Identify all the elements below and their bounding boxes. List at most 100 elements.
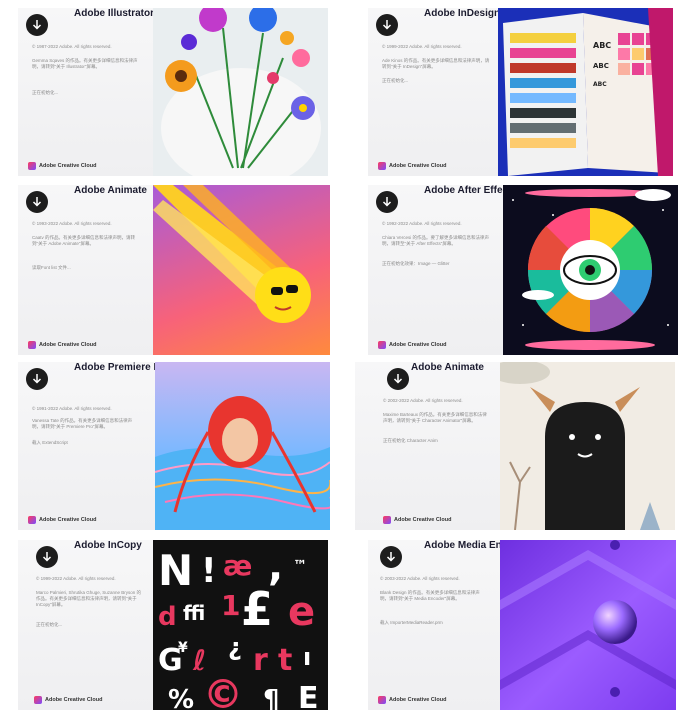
svg-text:t: t <box>278 643 292 678</box>
svg-text:d: d <box>158 602 177 632</box>
creative-cloud-icon <box>28 341 36 349</box>
arrow-down-icon <box>382 197 392 207</box>
svg-text:™: ™ <box>293 558 307 574</box>
download-button[interactable] <box>380 546 402 568</box>
splash-artwork <box>500 540 676 710</box>
brand-label: Adobe Creative Cloud <box>389 342 447 348</box>
creative-cloud-icon <box>383 516 391 524</box>
download-button[interactable] <box>26 191 48 213</box>
creative-cloud-brand: Adobe Creative Cloud <box>378 162 446 170</box>
svg-text:e: e <box>288 589 315 635</box>
credits-text: Gemma Sqaves 的作品。有关更多详细信息和法律声明，请转到"关于 Il… <box>32 58 138 69</box>
svg-text:r: r <box>253 643 268 678</box>
splash-card-indesign: Adobe InDesign © 1999-2022 Adobe. All ri… <box>368 8 673 176</box>
copyright-text: © 2003-2022 Adobe. All rights reserved. <box>380 576 460 581</box>
status-text: 正在初始化... <box>36 622 63 627</box>
credits-text: Caatv 的作品。有关更多详细信息和法律声明，请转到"关于 Adobe Ani… <box>32 235 136 246</box>
splash-title: Adobe Animate <box>74 185 147 196</box>
splash-card-incopy: Adobe InCopy © 1999-2022 Adobe. All righ… <box>18 540 328 710</box>
creative-cloud-brand: Adobe Creative Cloud <box>378 696 446 704</box>
credits-text: Chiara Vercesi 的作品。要了解更多详细信息和法律声明，请转至"关于… <box>382 235 490 246</box>
splash-artwork <box>500 362 675 530</box>
arrow-down-icon <box>32 197 42 207</box>
status-text: 正在初始化效果：Image — Glitter <box>382 261 450 266</box>
copyright-text: © 2002-2022 Adobe. All rights reserved. <box>383 398 463 403</box>
status-text: 正在初始化... <box>32 90 59 95</box>
splash-title: Adobe Illustrator <box>74 8 155 19</box>
arrow-down-icon <box>382 20 392 30</box>
splash-artwork: ABC ABC ABC <box>498 8 673 176</box>
download-button[interactable] <box>387 368 409 390</box>
svg-text:ABC: ABC <box>593 81 607 88</box>
creative-cloud-icon <box>28 516 36 524</box>
download-button[interactable] <box>26 14 48 36</box>
svg-text:©: © <box>203 672 243 710</box>
splash-title: Adobe InCopy <box>74 540 142 551</box>
splash-title: Adobe Animate <box>411 362 484 373</box>
download-button[interactable] <box>36 546 58 568</box>
copyright-text: © 1993-2022 Adobe. All rights reserved. <box>32 221 112 226</box>
splash-card-animate: Adobe Animate © 1993-2022 Adobe. All rig… <box>18 185 330 355</box>
splash-artwork <box>155 362 330 530</box>
brand-label: Adobe Creative Cloud <box>389 697 447 703</box>
svg-text:¿: ¿ <box>228 633 242 661</box>
download-button[interactable] <box>376 14 398 36</box>
svg-text:ı: ı <box>303 643 311 671</box>
credits-text: Blank Design 的作品。有关更多详细信息和法律声明，请转到"关于 Me… <box>380 590 480 601</box>
copyright-text: © 1992-2022 Adobe. All rights reserved. <box>382 221 462 226</box>
credits-text: Ade Kinos 的作品。有关更多详细信息和法律声明，请转到"关于 InDes… <box>382 58 490 69</box>
status-text: 载入 ExtendScript <box>32 440 68 445</box>
svg-text:!: ! <box>201 551 217 591</box>
svg-text:E: E <box>298 681 319 710</box>
svg-text:¥: ¥ <box>178 640 188 656</box>
splash-card-premiere-pro: Adobe Premiere Pro © 1991-2022 Adobe. Al… <box>18 362 330 530</box>
svg-text:ABC: ABC <box>593 62 609 70</box>
svg-text:ABC: ABC <box>593 41 611 50</box>
arrow-down-icon <box>32 374 42 384</box>
splash-artwork: N ! æ , ™ d ffi 1 £ e G ¥ ℓ ¿ r t ı © % … <box>153 540 328 710</box>
copyright-text: © 1987-2022 Adobe. All rights reserved. <box>32 44 112 49</box>
brand-label: Adobe Creative Cloud <box>39 342 97 348</box>
status-text: 载入 ImporterMediaReader.prm <box>380 620 443 625</box>
splash-card-illustrator: Adobe Illustrator © 1987-2022 Adobe. All… <box>18 8 328 176</box>
brand-label: Adobe Creative Cloud <box>394 517 452 523</box>
creative-cloud-brand: Adobe Creative Cloud <box>34 696 102 704</box>
brand-label: Adobe Creative Cloud <box>45 697 103 703</box>
arrow-down-icon <box>32 20 42 30</box>
brand-label: Adobe Creative Cloud <box>389 163 447 169</box>
creative-cloud-icon <box>378 162 386 170</box>
creative-cloud-icon <box>378 696 386 704</box>
status-text: 读取Font list 文件... <box>32 265 71 270</box>
credits-text: Marco Palmieri, Shrutika Ghuge, Suzanne … <box>36 590 142 607</box>
brand-label: Adobe Creative Cloud <box>39 517 97 523</box>
svg-text:N: N <box>158 546 193 595</box>
splash-card-media-encoder: Adobe Media Encoder © 2003-2022 Adobe. A… <box>368 540 676 710</box>
svg-text:%: % <box>168 685 194 710</box>
status-text: 正在初始化 Character Anim <box>383 438 438 443</box>
svg-text:ffi: ffi <box>183 601 205 625</box>
creative-cloud-brand: Adobe Creative Cloud <box>378 341 446 349</box>
splash-card-character-animator: Adobe Animate © 2002-2022 Adobe. All rig… <box>355 362 675 530</box>
copyright-text: © 1999-2022 Adobe. All rights reserved. <box>36 576 116 581</box>
copyright-text: © 1999-2022 Adobe. All rights reserved. <box>382 44 462 49</box>
svg-text:1: 1 <box>221 589 240 622</box>
arrow-down-icon <box>386 552 396 562</box>
download-button[interactable] <box>26 368 48 390</box>
splash-title: Adobe InDesign <box>424 8 501 19</box>
splash-artwork <box>153 8 328 176</box>
svg-text:æ: æ <box>223 549 252 582</box>
copyright-text: © 1991-2022 Adobe. All rights reserved. <box>32 406 112 411</box>
creative-cloud-brand: Adobe Creative Cloud <box>28 516 96 524</box>
splash-text-panel <box>355 362 500 530</box>
arrow-down-icon <box>393 374 403 384</box>
splash-artwork <box>503 185 678 355</box>
download-button[interactable] <box>376 191 398 213</box>
brand-label: Adobe Creative Cloud <box>39 163 97 169</box>
credits-text: Maxime Barteaux 的作品。有关更多详细信息和法律声明，请转到"关于… <box>383 412 487 423</box>
svg-text:£: £ <box>241 582 273 636</box>
status-text: 正在初始化... <box>382 78 409 83</box>
creative-cloud-brand: Adobe Creative Cloud <box>28 162 96 170</box>
arrow-down-icon <box>42 552 52 562</box>
creative-cloud-icon <box>34 696 42 704</box>
creative-cloud-icon <box>378 341 386 349</box>
